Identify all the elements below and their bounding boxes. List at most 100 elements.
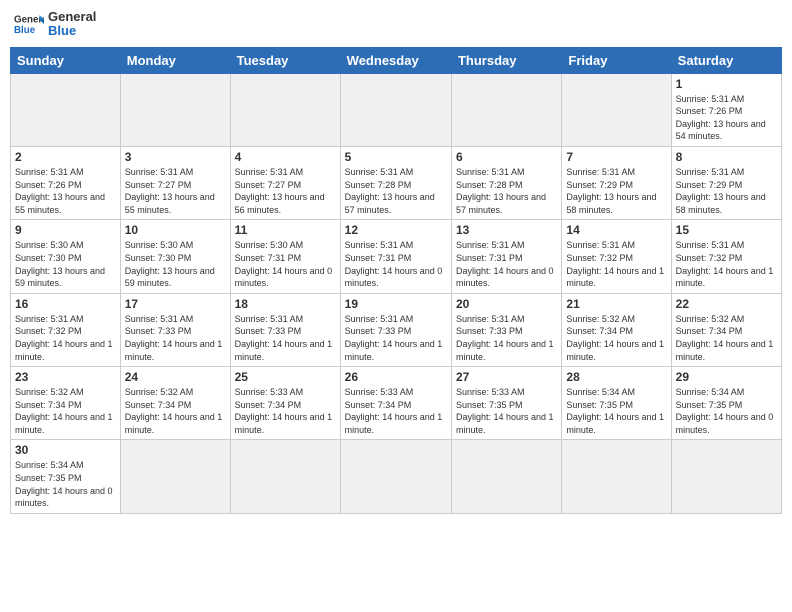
day-header-thursday: Thursday — [451, 47, 561, 73]
day-number: 16 — [15, 297, 116, 311]
day-info: Sunrise: 5:31 AM Sunset: 7:33 PM Dayligh… — [345, 313, 447, 363]
day-header-sunday: Sunday — [11, 47, 121, 73]
calendar-day: 16 Sunrise: 5:31 AM Sunset: 7:32 PM Dayl… — [11, 293, 121, 366]
logo: General Blue General Blue — [14, 10, 96, 39]
calendar-day: 3 Sunrise: 5:31 AM Sunset: 7:27 PM Dayli… — [120, 146, 230, 219]
day-number: 3 — [125, 150, 226, 164]
day-number: 27 — [456, 370, 557, 384]
calendar-day — [451, 73, 561, 146]
day-info: Sunrise: 5:30 AM Sunset: 7:31 PM Dayligh… — [235, 239, 336, 289]
calendar-day — [451, 440, 561, 513]
calendar-day: 9 Sunrise: 5:30 AM Sunset: 7:30 PM Dayli… — [11, 220, 121, 293]
day-number: 21 — [566, 297, 666, 311]
calendar-week-4: 16 Sunrise: 5:31 AM Sunset: 7:32 PM Dayl… — [11, 293, 782, 366]
calendar-day: 28 Sunrise: 5:34 AM Sunset: 7:35 PM Dayl… — [562, 367, 671, 440]
calendar-day: 1 Sunrise: 5:31 AM Sunset: 7:26 PM Dayli… — [671, 73, 781, 146]
day-number: 25 — [235, 370, 336, 384]
day-info: Sunrise: 5:31 AM Sunset: 7:31 PM Dayligh… — [456, 239, 557, 289]
day-number: 22 — [676, 297, 777, 311]
day-number: 20 — [456, 297, 557, 311]
calendar-day: 22 Sunrise: 5:32 AM Sunset: 7:34 PM Dayl… — [671, 293, 781, 366]
day-info: Sunrise: 5:32 AM Sunset: 7:34 PM Dayligh… — [676, 313, 777, 363]
day-info: Sunrise: 5:31 AM Sunset: 7:27 PM Dayligh… — [125, 166, 226, 216]
day-header-friday: Friday — [562, 47, 671, 73]
logo-general: General — [48, 10, 96, 24]
day-info: Sunrise: 5:34 AM Sunset: 7:35 PM Dayligh… — [566, 386, 666, 436]
logo-icon: General Blue — [14, 12, 44, 36]
calendar-table: SundayMondayTuesdayWednesdayThursdayFrid… — [10, 47, 782, 514]
calendar-day: 19 Sunrise: 5:31 AM Sunset: 7:33 PM Dayl… — [340, 293, 451, 366]
day-header-monday: Monday — [120, 47, 230, 73]
calendar-day: 18 Sunrise: 5:31 AM Sunset: 7:33 PM Dayl… — [230, 293, 340, 366]
day-info: Sunrise: 5:32 AM Sunset: 7:34 PM Dayligh… — [125, 386, 226, 436]
calendar-day: 23 Sunrise: 5:32 AM Sunset: 7:34 PM Dayl… — [11, 367, 121, 440]
svg-text:Blue: Blue — [14, 25, 36, 36]
calendar-day — [562, 440, 671, 513]
day-number: 10 — [125, 223, 226, 237]
calendar-day: 13 Sunrise: 5:31 AM Sunset: 7:31 PM Dayl… — [451, 220, 561, 293]
calendar-day: 4 Sunrise: 5:31 AM Sunset: 7:27 PM Dayli… — [230, 146, 340, 219]
day-number: 28 — [566, 370, 666, 384]
calendar-day — [230, 440, 340, 513]
calendar-day: 10 Sunrise: 5:30 AM Sunset: 7:30 PM Dayl… — [120, 220, 230, 293]
day-info: Sunrise: 5:30 AM Sunset: 7:30 PM Dayligh… — [15, 239, 116, 289]
calendar-day — [11, 73, 121, 146]
calendar-day: 7 Sunrise: 5:31 AM Sunset: 7:29 PM Dayli… — [562, 146, 671, 219]
day-info: Sunrise: 5:30 AM Sunset: 7:30 PM Dayligh… — [125, 239, 226, 289]
day-info: Sunrise: 5:32 AM Sunset: 7:34 PM Dayligh… — [566, 313, 666, 363]
day-number: 18 — [235, 297, 336, 311]
day-info: Sunrise: 5:31 AM Sunset: 7:28 PM Dayligh… — [456, 166, 557, 216]
day-number: 14 — [566, 223, 666, 237]
day-number: 17 — [125, 297, 226, 311]
calendar-day: 25 Sunrise: 5:33 AM Sunset: 7:34 PM Dayl… — [230, 367, 340, 440]
calendar-day: 20 Sunrise: 5:31 AM Sunset: 7:33 PM Dayl… — [451, 293, 561, 366]
page-header: General Blue General Blue — [10, 10, 782, 39]
day-number: 9 — [15, 223, 116, 237]
calendar-day — [120, 73, 230, 146]
calendar-day — [562, 73, 671, 146]
day-info: Sunrise: 5:31 AM Sunset: 7:32 PM Dayligh… — [676, 239, 777, 289]
calendar-week-3: 9 Sunrise: 5:30 AM Sunset: 7:30 PM Dayli… — [11, 220, 782, 293]
day-info: Sunrise: 5:31 AM Sunset: 7:33 PM Dayligh… — [125, 313, 226, 363]
calendar-day: 29 Sunrise: 5:34 AM Sunset: 7:35 PM Dayl… — [671, 367, 781, 440]
day-info: Sunrise: 5:31 AM Sunset: 7:32 PM Dayligh… — [566, 239, 666, 289]
day-info: Sunrise: 5:31 AM Sunset: 7:29 PM Dayligh… — [676, 166, 777, 216]
calendar-day: 14 Sunrise: 5:31 AM Sunset: 7:32 PM Dayl… — [562, 220, 671, 293]
day-number: 4 — [235, 150, 336, 164]
day-header-tuesday: Tuesday — [230, 47, 340, 73]
calendar-day: 8 Sunrise: 5:31 AM Sunset: 7:29 PM Dayli… — [671, 146, 781, 219]
calendar-day — [230, 73, 340, 146]
day-number: 19 — [345, 297, 447, 311]
calendar-week-5: 23 Sunrise: 5:32 AM Sunset: 7:34 PM Dayl… — [11, 367, 782, 440]
calendar-week-2: 2 Sunrise: 5:31 AM Sunset: 7:26 PM Dayli… — [11, 146, 782, 219]
day-number: 8 — [676, 150, 777, 164]
day-number: 24 — [125, 370, 226, 384]
day-header-wednesday: Wednesday — [340, 47, 451, 73]
calendar-day: 12 Sunrise: 5:31 AM Sunset: 7:31 PM Dayl… — [340, 220, 451, 293]
day-header-saturday: Saturday — [671, 47, 781, 73]
calendar-week-6: 30 Sunrise: 5:34 AM Sunset: 7:35 PM Dayl… — [11, 440, 782, 513]
day-number: 7 — [566, 150, 666, 164]
day-number: 23 — [15, 370, 116, 384]
day-info: Sunrise: 5:31 AM Sunset: 7:26 PM Dayligh… — [15, 166, 116, 216]
day-info: Sunrise: 5:31 AM Sunset: 7:33 PM Dayligh… — [235, 313, 336, 363]
day-number: 1 — [676, 77, 777, 91]
calendar-day: 2 Sunrise: 5:31 AM Sunset: 7:26 PM Dayli… — [11, 146, 121, 219]
day-number: 26 — [345, 370, 447, 384]
calendar-day: 21 Sunrise: 5:32 AM Sunset: 7:34 PM Dayl… — [562, 293, 671, 366]
calendar-day — [340, 73, 451, 146]
day-number: 12 — [345, 223, 447, 237]
day-info: Sunrise: 5:31 AM Sunset: 7:28 PM Dayligh… — [345, 166, 447, 216]
logo-blue: Blue — [48, 24, 96, 38]
calendar-day: 26 Sunrise: 5:33 AM Sunset: 7:34 PM Dayl… — [340, 367, 451, 440]
day-info: Sunrise: 5:31 AM Sunset: 7:32 PM Dayligh… — [15, 313, 116, 363]
calendar-week-1: 1 Sunrise: 5:31 AM Sunset: 7:26 PM Dayli… — [11, 73, 782, 146]
calendar-header-row: SundayMondayTuesdayWednesdayThursdayFrid… — [11, 47, 782, 73]
calendar-day — [671, 440, 781, 513]
day-info: Sunrise: 5:33 AM Sunset: 7:34 PM Dayligh… — [345, 386, 447, 436]
calendar-day — [120, 440, 230, 513]
calendar-day — [340, 440, 451, 513]
calendar-day: 11 Sunrise: 5:30 AM Sunset: 7:31 PM Dayl… — [230, 220, 340, 293]
calendar-day: 6 Sunrise: 5:31 AM Sunset: 7:28 PM Dayli… — [451, 146, 561, 219]
day-number: 5 — [345, 150, 447, 164]
